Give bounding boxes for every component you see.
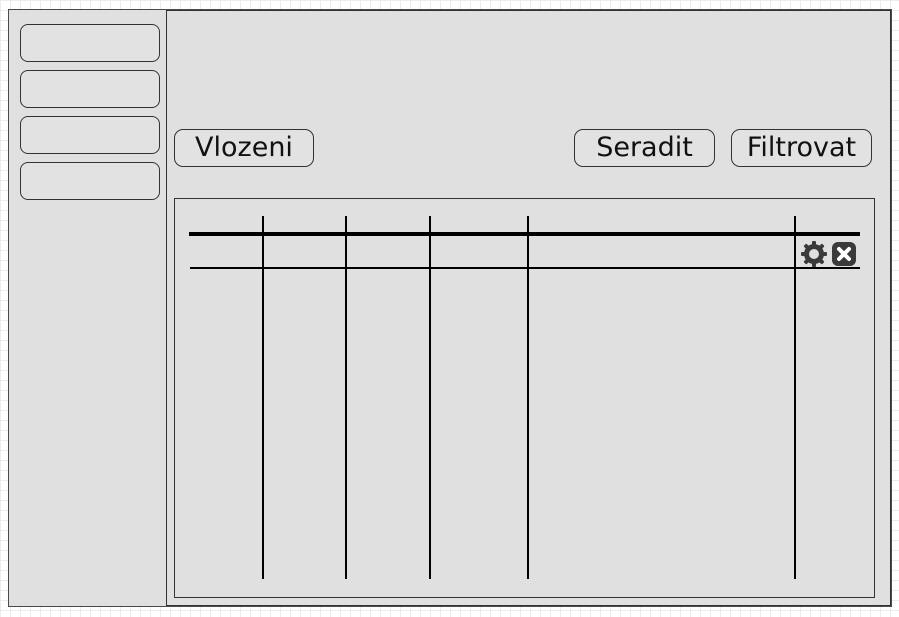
filter-button[interactable]: Filtrovat xyxy=(731,129,872,167)
table-column-divider-2 xyxy=(345,216,347,579)
sort-button[interactable]: Seradit xyxy=(574,129,715,167)
close-icon[interactable] xyxy=(830,240,858,268)
table-column-divider-1 xyxy=(262,216,264,579)
sidebar-item-2[interactable] xyxy=(20,70,160,108)
table-header-line xyxy=(189,232,860,236)
sidebar-item-4[interactable] xyxy=(20,162,160,200)
table-column-divider-3 xyxy=(429,216,431,579)
table-row-separator xyxy=(190,267,860,269)
data-table xyxy=(174,198,875,598)
table-column-divider-5 xyxy=(794,216,796,579)
insert-button[interactable]: Vlozeni xyxy=(174,129,314,167)
table-column-divider-4 xyxy=(527,216,529,579)
sidebar-item-3[interactable] xyxy=(20,116,160,154)
sidebar-item-1[interactable] xyxy=(20,24,160,62)
gear-icon[interactable] xyxy=(800,240,828,268)
